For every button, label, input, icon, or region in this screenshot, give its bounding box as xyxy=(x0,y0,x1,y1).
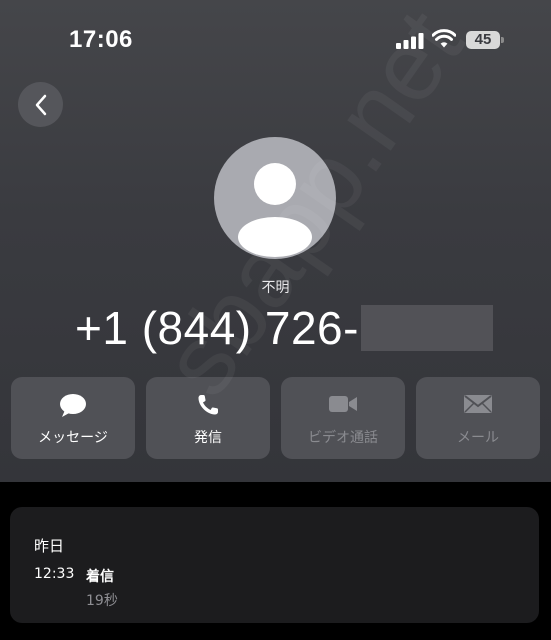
mail-button-label: メール xyxy=(457,430,499,446)
phone-number-row: +1 (844) 726- xyxy=(75,300,493,356)
envelope-icon xyxy=(464,395,492,413)
call-button-label: 発信 xyxy=(194,430,222,446)
phone-number: +1 (844) 726- xyxy=(75,302,359,354)
video-call-button-label: ビデオ通話 xyxy=(308,430,378,446)
call-duration: 19秒 xyxy=(86,593,118,609)
battery-tip xyxy=(501,37,504,43)
back-button[interactable] xyxy=(18,82,63,127)
wifi-icon xyxy=(432,29,456,48)
message-button[interactable]: メッセージ xyxy=(11,377,135,459)
call-button[interactable]: 発信 xyxy=(146,377,270,459)
recent-calls-date: 昨日 xyxy=(34,537,65,555)
person-silhouette-icon xyxy=(238,163,312,257)
status-time: 17:06 xyxy=(69,26,133,53)
message-bubble-icon xyxy=(60,394,86,417)
battery-level: 45 xyxy=(466,31,500,49)
video-call-button[interactable]: ビデオ通話 xyxy=(281,377,405,459)
recent-calls-card: 昨日 12:33 着信 19秒 xyxy=(10,507,539,623)
mail-button[interactable]: メール xyxy=(416,377,540,459)
call-time: 12:33 xyxy=(34,566,75,582)
battery-indicator: 45 xyxy=(466,31,504,49)
action-buttons: メッセージ 発信 ビデオ通話 メール xyxy=(11,377,540,459)
status-bar: 17:06 45 xyxy=(0,0,551,80)
phone-icon xyxy=(198,395,218,415)
message-button-label: メッセージ xyxy=(38,430,108,446)
contact-header: 17:06 45 不明 +1 (844) 726- メッセージ 発信 ビデオ通話… xyxy=(0,0,551,482)
chevron-left-icon xyxy=(35,94,46,115)
cellular-signal-icon xyxy=(396,33,424,49)
redaction-block xyxy=(360,305,493,351)
contact-name: 不明 xyxy=(261,280,290,296)
contact-avatar xyxy=(214,137,336,259)
call-type: 着信 xyxy=(86,569,114,585)
video-camera-icon xyxy=(329,396,357,412)
